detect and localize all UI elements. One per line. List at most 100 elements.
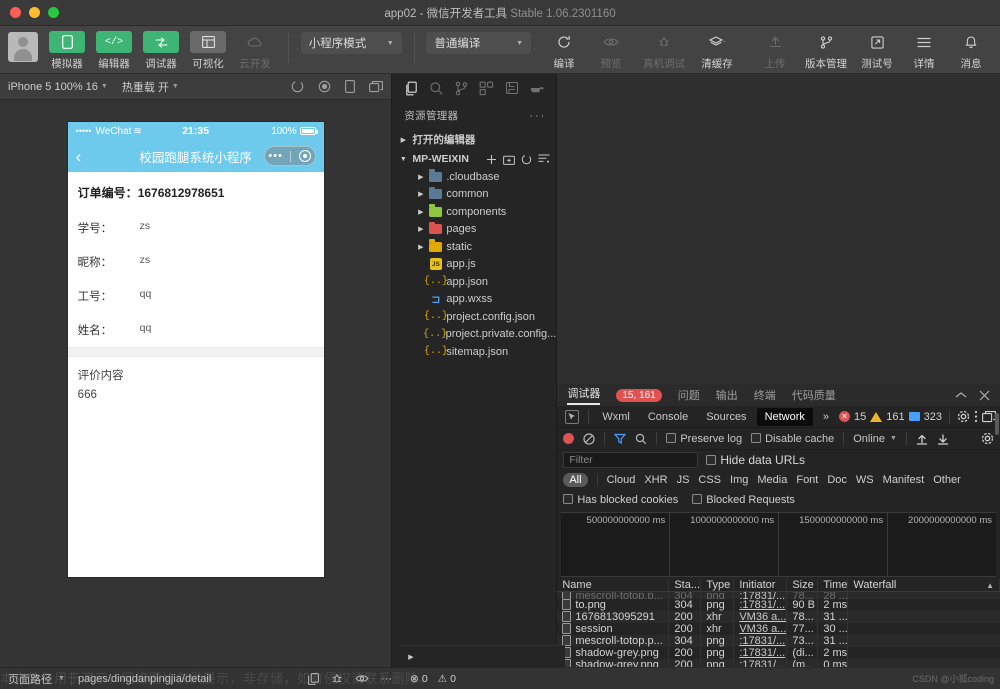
record-icon[interactable]	[563, 433, 575, 444]
refresh-icon[interactable]	[521, 154, 532, 165]
device-select[interactable]: iPhone 5 100% 16 ▼	[8, 81, 108, 93]
panel-tab-debugger[interactable]: 调试器	[567, 385, 601, 405]
kebab-menu-icon[interactable]	[974, 410, 978, 423]
tree-item-app-js[interactable]: JS app.js	[392, 256, 556, 274]
panel-tab-terminal[interactable]: 终端	[754, 387, 776, 403]
table-row[interactable]: mescroll-totop.p... 304 png :17831/... 7…	[557, 592, 1000, 599]
cell-initiator[interactable]: :17831/...	[739, 592, 785, 599]
hotreload-select[interactable]: 热重载 开 ▼	[122, 79, 179, 95]
page-path-value[interactable]: pages/dingdanpingjia/detail	[78, 673, 211, 685]
tab-more-chevron[interactable]: »	[815, 408, 837, 426]
search-icon[interactable]	[635, 433, 647, 445]
toolbar-item-upload[interactable]: 上传	[754, 31, 796, 71]
toolbar-item-detail[interactable]: 详情	[903, 31, 945, 71]
tree-item-cloudbase[interactable]: ▶ .cloudbase	[392, 168, 556, 186]
column-header-size[interactable]: Size	[787, 579, 819, 591]
network-settings-gear-icon[interactable]	[981, 432, 994, 445]
tree-item-project-private-config[interactable]: {..} project.private.config...	[392, 326, 556, 344]
funnel-icon[interactable]	[614, 433, 627, 445]
toolbar-item-debugger[interactable]: 调试器	[140, 31, 182, 71]
warning-count[interactable]: 161	[886, 411, 904, 423]
cell-initiator[interactable]: VM36 a...	[739, 611, 786, 623]
toolbar-item-simulator[interactable]: 模拟器	[46, 31, 88, 71]
panel-tab-code-quality[interactable]: 代码质量	[792, 387, 836, 403]
table-row[interactable]: 1676813095291 200 xhr VM36 a... 78... 31…	[557, 611, 1000, 623]
explorer-more-icon[interactable]: ···	[529, 110, 546, 122]
column-header-time[interactable]: Time	[818, 579, 849, 591]
column-header-status[interactable]: Sta...	[669, 579, 702, 591]
type-filter-ws[interactable]: WS	[856, 474, 874, 486]
inspect-icon[interactable]	[565, 409, 580, 424]
toolbar-item-preview[interactable]: 预览	[590, 31, 632, 71]
status-bar-problems[interactable]: ⊗ 0 ⚠ 0	[400, 672, 565, 685]
toolbar-item-device-debug[interactable]: 真机调试	[637, 31, 691, 71]
type-filter-other[interactable]: Other	[933, 474, 961, 486]
bug-icon[interactable]	[331, 673, 343, 685]
blocked-requests-checkbox[interactable]: Blocked Requests	[692, 494, 795, 506]
column-header-name[interactable]: Name	[557, 579, 670, 591]
type-filter-media[interactable]: Media	[757, 474, 787, 486]
toolbar-item-message[interactable]: 消息	[950, 31, 992, 71]
record-icon[interactable]	[318, 80, 331, 93]
outline-section[interactable]: ▶	[400, 645, 565, 667]
eye-icon[interactable]	[355, 674, 369, 683]
settings-gear-icon[interactable]	[957, 410, 970, 423]
info-count[interactable]: 323	[924, 411, 942, 423]
disable-cache-checkbox[interactable]: Disable cache	[751, 432, 834, 445]
clear-icon[interactable]	[583, 432, 595, 445]
error-count[interactable]: 15	[854, 411, 866, 423]
cell-initiator[interactable]: :17831/...	[739, 647, 785, 659]
tree-item-sitemap-json[interactable]: {..} sitemap.json	[392, 343, 556, 361]
tree-item-components[interactable]: ▶ components	[392, 203, 556, 221]
panel-tab-output[interactable]: 输出	[716, 387, 738, 403]
save-all-icon[interactable]	[505, 81, 520, 96]
chevron-up-icon[interactable]	[955, 391, 967, 399]
upload-arrow-icon[interactable]	[916, 433, 928, 445]
type-filter-cloud[interactable]: Cloud	[607, 474, 636, 486]
table-row[interactable]: to.png 304 png :17831/... 90 B 2 ms	[557, 599, 1000, 611]
tree-item-project-config[interactable]: {..} project.config.json	[392, 308, 556, 326]
preserve-log-checkbox[interactable]: Preserve log	[666, 432, 742, 445]
toolbar-item-compile[interactable]: 编译	[543, 31, 585, 71]
cell-initiator[interactable]: :17831/...	[739, 635, 785, 647]
window-icon[interactable]	[369, 80, 384, 93]
chevron-down-icon[interactable]: ▼	[58, 675, 65, 682]
docker-icon[interactable]	[530, 82, 545, 94]
table-row[interactable]: session 200 xhr VM36 a... 77... 30 ...	[557, 623, 1000, 635]
files-icon[interactable]	[404, 81, 419, 96]
tree-item-pages[interactable]: ▶ pages	[392, 221, 556, 239]
toolbar-item-version[interactable]: 版本管理	[801, 31, 851, 71]
window-controls[interactable]	[0, 7, 59, 18]
tab-wxml[interactable]: Wxml	[594, 408, 638, 426]
toolbar-item-testid[interactable]: 测试号	[856, 31, 898, 71]
has-blocked-cookies-checkbox[interactable]: Has blocked cookies	[563, 494, 678, 506]
user-avatar[interactable]	[8, 31, 38, 62]
tree-item-app-wxss[interactable]: ⊐ app.wxss	[392, 291, 556, 309]
table-scrollbar[interactable]	[994, 0, 1000, 689]
project-section[interactable]: ▼ MP-WEIXIN	[392, 150, 556, 168]
more-icon[interactable]: ···	[381, 673, 392, 685]
source-control-icon[interactable]	[454, 81, 469, 96]
tab-sources[interactable]: Sources	[698, 408, 754, 426]
filter-input[interactable]: Filter	[563, 452, 699, 468]
toolbar-item-clear-cache[interactable]: 清缓存	[696, 31, 738, 71]
capsule-close-icon[interactable]	[298, 150, 311, 162]
type-filter-xhr[interactable]: XHR	[644, 474, 667, 486]
column-header-waterfall[interactable]: Waterfall ▲	[848, 579, 1000, 591]
toolbar-item-cloud[interactable]: 云开发	[234, 31, 276, 71]
close-window-button[interactable]	[10, 7, 21, 18]
cell-initiator[interactable]: VM36 a...	[739, 623, 786, 635]
type-filter-manifest[interactable]: Manifest	[883, 474, 925, 486]
cell-initiator[interactable]: :17831/...	[739, 599, 785, 611]
column-header-type[interactable]: Type	[701, 579, 735, 591]
tab-console[interactable]: Console	[640, 408, 696, 426]
minimize-window-button[interactable]	[29, 7, 40, 18]
throttle-select[interactable]: Online ▼	[853, 433, 897, 445]
network-overview-timeline[interactable]: 500000000000 ms 1000000000000 ms 1500000…	[561, 512, 996, 577]
rotate-icon[interactable]	[291, 80, 304, 93]
mode-select[interactable]: 小程序模式 ▼	[300, 32, 402, 54]
tree-item-common[interactable]: ▶ common	[392, 186, 556, 204]
open-editors-section[interactable]: ▶ 打开的编辑器	[392, 129, 556, 150]
wechat-capsule[interactable]: •••	[263, 146, 316, 166]
download-arrow-icon[interactable]	[937, 433, 949, 445]
